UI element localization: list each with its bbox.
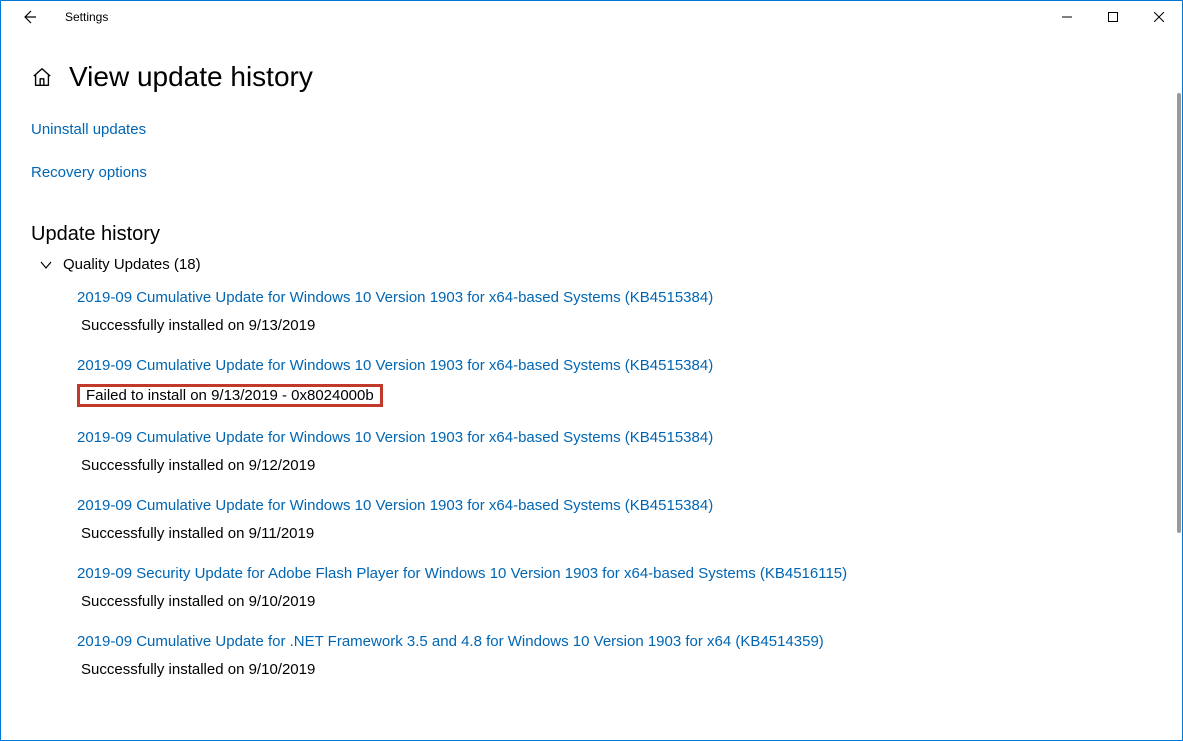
update-title-link[interactable]: 2019-09 Cumulative Update for .NET Frame… <box>77 631 1152 652</box>
update-title-link[interactable]: 2019-09 Security Update for Adobe Flash … <box>77 563 1152 584</box>
content-area: View update history Uninstall updates Re… <box>1 33 1182 740</box>
category-header-quality-updates[interactable]: Quality Updates (18) <box>31 256 1152 273</box>
back-button[interactable] <box>9 1 49 33</box>
window-controls <box>1044 1 1182 33</box>
close-button[interactable] <box>1136 1 1182 33</box>
maximize-button[interactable] <box>1090 1 1136 33</box>
update-title-link[interactable]: 2019-09 Cumulative Update for Windows 10… <box>77 355 1152 376</box>
chevron-down-icon <box>39 258 53 272</box>
close-icon <box>1154 12 1164 22</box>
titlebar: Settings <box>1 1 1182 33</box>
home-icon[interactable] <box>31 66 53 88</box>
update-status: Failed to install on 9/13/2019 - 0x80240… <box>77 384 383 407</box>
update-item: 2019-09 Cumulative Update for Windows 10… <box>77 495 1152 543</box>
uninstall-updates-link[interactable]: Uninstall updates <box>31 121 146 138</box>
category-title: Quality Updates (18) <box>63 256 201 273</box>
maximize-icon <box>1108 12 1118 22</box>
update-status: Successfully installed on 9/10/2019 <box>77 592 319 611</box>
update-item: 2019-09 Security Update for Adobe Flash … <box>77 563 1152 611</box>
update-status: Successfully installed on 9/12/2019 <box>77 456 319 475</box>
update-title-link[interactable]: 2019-09 Cumulative Update for Windows 10… <box>77 495 1152 516</box>
page-title: View update history <box>69 61 313 93</box>
minimize-icon <box>1062 12 1072 22</box>
app-title: Settings <box>65 10 108 24</box>
update-status: Successfully installed on 9/11/2019 <box>77 524 318 543</box>
update-title-link[interactable]: 2019-09 Cumulative Update for Windows 10… <box>77 287 1152 308</box>
scrollbar[interactable] <box>1177 93 1181 533</box>
update-list: 2019-09 Cumulative Update for Windows 10… <box>31 287 1152 679</box>
update-item: 2019-09 Cumulative Update for Windows 10… <box>77 355 1152 407</box>
update-item: 2019-09 Cumulative Update for Windows 10… <box>77 287 1152 335</box>
update-title-link[interactable]: 2019-09 Cumulative Update for Windows 10… <box>77 427 1152 448</box>
page-header: View update history <box>31 61 1152 93</box>
recovery-options-link[interactable]: Recovery options <box>31 164 147 181</box>
update-status: Successfully installed on 9/10/2019 <box>77 660 319 679</box>
update-item: 2019-09 Cumulative Update for .NET Frame… <box>77 631 1152 679</box>
minimize-button[interactable] <box>1044 1 1090 33</box>
update-status: Successfully installed on 9/13/2019 <box>77 316 319 335</box>
update-item: 2019-09 Cumulative Update for Windows 10… <box>77 427 1152 475</box>
section-title: Update history <box>31 223 1152 246</box>
back-arrow-icon <box>21 9 37 25</box>
